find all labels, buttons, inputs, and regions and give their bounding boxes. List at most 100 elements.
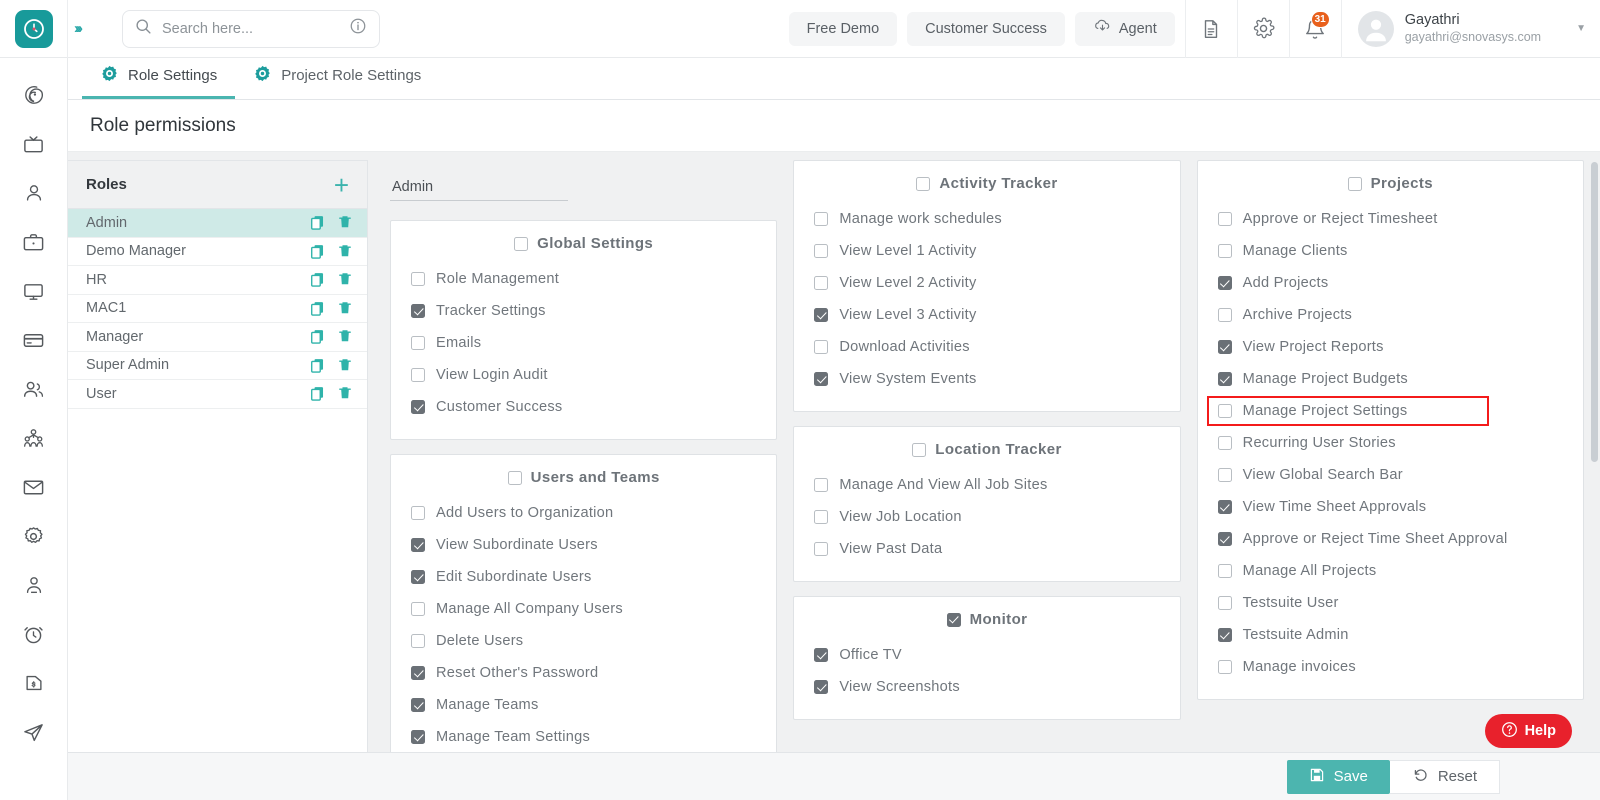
permission-item[interactable]: View Job Location [794,501,1179,533]
permission-checkbox[interactable] [1218,372,1232,386]
permission-item[interactable]: Add Users to Organization [391,497,776,529]
permission-checkbox[interactable] [814,510,828,524]
document-icon[interactable] [1185,0,1237,58]
role-list-item[interactable]: MAC1 [68,295,367,324]
permission-item[interactable]: View System Events [794,363,1179,395]
clock-logo-icon[interactable] [15,10,53,48]
tab-project-role-settings[interactable]: Project Role Settings [235,64,439,99]
permission-checkbox[interactable] [814,372,828,386]
permission-item[interactable]: Manage Team Settings [391,721,776,753]
permission-checkbox[interactable] [814,212,828,226]
permission-item[interactable]: Delete Users [391,625,776,657]
copy-icon[interactable] [309,214,326,231]
group-checkbox[interactable] [1348,177,1362,191]
sidebar-item-invoices[interactable] [17,668,51,698]
sidebar-item-users[interactable] [17,374,51,404]
permission-group-header[interactable]: Projects [1198,175,1583,192]
gear-icon[interactable] [1237,0,1289,58]
permission-item[interactable]: Approve or Reject Timesheet [1198,203,1583,235]
permission-checkbox[interactable] [411,336,425,350]
permission-checkbox[interactable] [411,304,425,318]
permission-checkbox[interactable] [814,648,828,662]
copy-icon[interactable] [309,385,326,402]
group-checkbox[interactable] [514,237,528,251]
permission-item[interactable]: Recurring User Stories [1198,427,1583,459]
permission-checkbox[interactable] [1218,660,1232,674]
sidebar-item-profile[interactable] [17,178,51,208]
group-checkbox[interactable] [912,443,926,457]
chevron-down-icon[interactable]: ▼ [1576,23,1586,34]
add-role-button[interactable]: + [334,174,349,196]
permission-checkbox[interactable] [814,244,828,258]
permission-checkbox[interactable] [411,538,425,552]
permission-checkbox[interactable] [1218,468,1232,482]
permission-checkbox[interactable] [1218,564,1232,578]
permission-group-header[interactable]: Location Tracker [794,441,1179,458]
permission-item[interactable]: Manage And View All Job Sites [794,469,1179,501]
permission-checkbox[interactable] [411,570,425,584]
role-list-item[interactable]: Demo Manager [68,238,367,267]
permission-item[interactable]: Customer Success [391,391,776,423]
permission-checkbox[interactable] [1218,212,1232,226]
permission-checkbox[interactable] [1218,308,1232,322]
reset-button[interactable]: Reset [1390,760,1500,794]
permission-checkbox[interactable] [1218,628,1232,642]
permission-item[interactable]: View Subordinate Users [391,529,776,561]
sidebar-item-settings[interactable] [17,521,51,551]
permission-checkbox[interactable] [1218,276,1232,290]
sidebar-item-dashboard[interactable] [17,80,51,110]
permission-item[interactable]: View Level 3 Activity [794,299,1179,331]
permission-item[interactable]: Manage Project Settings [1198,395,1583,427]
permission-checkbox[interactable] [411,634,425,648]
role-list-item[interactable]: Admin [68,209,367,238]
vertical-scrollbar[interactable] [1591,162,1598,462]
permission-item[interactable]: Manage All Company Users [391,593,776,625]
permission-item[interactable]: Manage Teams [391,689,776,721]
permission-checkbox[interactable] [814,340,828,354]
permission-checkbox[interactable] [1218,340,1232,354]
customer-success-button[interactable]: Customer Success [907,12,1065,46]
bell-icon[interactable]: 31 [1289,0,1341,58]
role-list-item[interactable]: User [68,380,367,409]
permission-group-header[interactable]: Global Settings [391,235,776,252]
help-button[interactable]: Help [1485,714,1572,748]
permission-item[interactable]: Download Activities [794,331,1179,363]
permission-item[interactable]: Manage All Projects [1198,555,1583,587]
permission-item[interactable]: Manage Project Budgets [1198,363,1583,395]
sidebar-item-payments[interactable] [17,325,51,355]
role-list-item[interactable]: Manager [68,323,367,352]
permission-checkbox[interactable] [411,272,425,286]
permission-item[interactable]: Office TV [794,639,1179,671]
permission-item[interactable]: View Time Sheet Approvals [1198,491,1583,523]
permission-item[interactable]: View Project Reports [1198,331,1583,363]
permission-checkbox[interactable] [1218,244,1232,258]
permission-checkbox[interactable] [1218,596,1232,610]
permission-group-header[interactable]: Activity Tracker [794,175,1179,192]
permission-item[interactable]: View Level 2 Activity [794,267,1179,299]
permission-checkbox[interactable] [411,698,425,712]
agent-download-button[interactable]: Agent [1075,12,1175,46]
group-checkbox[interactable] [916,177,930,191]
permission-item[interactable]: Edit Subordinate Users [391,561,776,593]
permission-checkbox[interactable] [814,478,828,492]
permission-checkbox[interactable] [814,276,828,290]
permission-checkbox[interactable] [814,308,828,322]
search-input[interactable]: Search here... [122,10,380,48]
permission-item[interactable]: Emails [391,327,776,359]
permission-item[interactable]: Approve or Reject Time Sheet Approval [1198,523,1583,555]
group-checkbox[interactable] [947,613,961,627]
sidebar-item-projects[interactable] [17,227,51,257]
role-list-item[interactable]: HR [68,266,367,295]
trash-icon[interactable] [337,328,353,345]
trash-icon[interactable] [337,385,353,402]
permission-item[interactable]: Role Management [391,263,776,295]
sidebar-item-send[interactable] [17,717,51,747]
permission-checkbox[interactable] [411,602,425,616]
permission-checkbox[interactable] [1218,436,1232,450]
permission-checkbox[interactable] [411,368,425,382]
permission-item[interactable]: Reset Other's Password [391,657,776,689]
sidebar-item-teams[interactable] [17,423,51,453]
sidebar-item-mail[interactable] [17,472,51,502]
copy-icon[interactable] [309,271,326,288]
permission-item[interactable]: Testsuite Admin [1198,619,1583,651]
